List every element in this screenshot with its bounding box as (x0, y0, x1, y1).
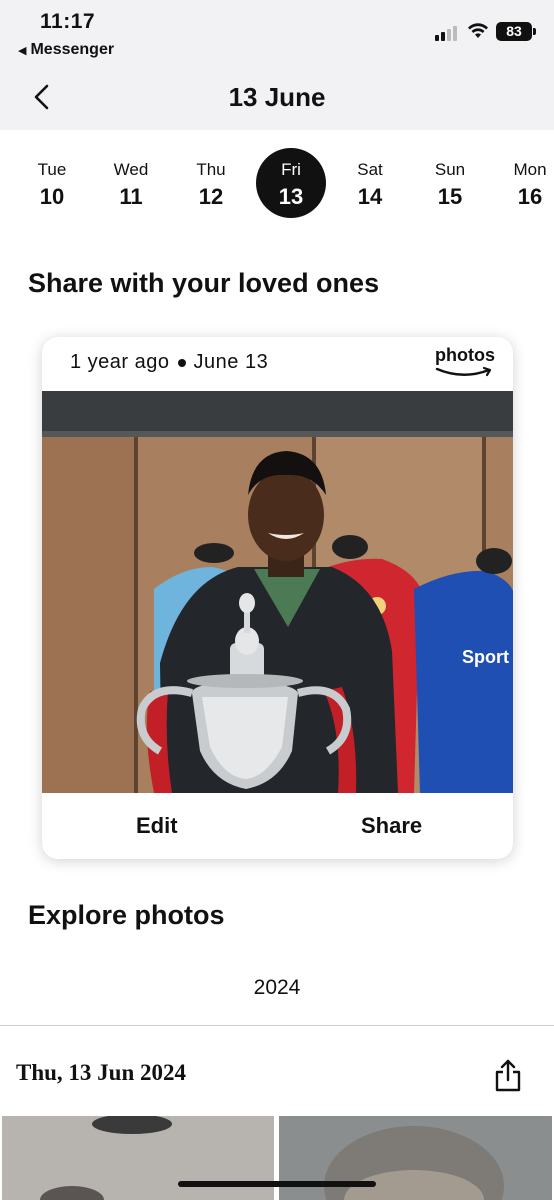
photo-thumbnail[interactable] (2, 1116, 274, 1200)
day-number: 10 (39, 184, 65, 209)
nav-header: 13 June (0, 70, 554, 130)
day-number: 14 (357, 184, 383, 209)
brand-text: photos (435, 345, 495, 365)
day-thu-12[interactable]: Thu 12 (176, 148, 246, 220)
day-tue-10[interactable]: Tue 10 (17, 148, 87, 220)
amazon-photos-logo: photos (433, 345, 495, 385)
day-name: Wed (113, 160, 149, 179)
day-selector: Tue 10 Wed 11 Thu 12 Fri 13 Sat 14 Sun 1… (0, 148, 554, 220)
year-tab-2024[interactable]: 2024 (0, 976, 554, 1000)
day-number: 13 (278, 184, 304, 209)
svg-text:Sport: Sport (462, 647, 509, 667)
amazon-smile-icon (435, 366, 492, 377)
day-mon-16[interactable]: Mon 16 (495, 148, 554, 220)
main-content: Tue 10 Wed 11 Thu 12 Fri 13 Sat 14 Sun 1… (0, 130, 554, 1200)
status-bar: 11:17 ◀ Messenger 83 (0, 0, 554, 70)
day-name: Tue (37, 160, 67, 179)
separator-dot (177, 358, 186, 367)
explore-section-heading: Explore photos (28, 900, 225, 930)
day-wed-11[interactable]: Wed 11 (96, 148, 166, 220)
status-time: 11:17 (40, 10, 96, 33)
back-triangle-icon: ◀ (18, 44, 27, 57)
back-to-app-link[interactable]: ◀ Messenger (18, 41, 114, 59)
memory-card: 1 year ago June 13 photos Sport Edit Sha… (42, 337, 513, 859)
day-number: 11 (119, 184, 143, 209)
cellular-signal-icon (435, 25, 457, 41)
photo-group-date: Thu, 13 Jun 2024 (16, 1060, 187, 1085)
home-indicator[interactable] (178, 1181, 376, 1187)
memory-date: June 13 (193, 351, 269, 373)
back-app-label: Messenger (30, 41, 115, 58)
share-button[interactable]: Share (361, 813, 422, 839)
day-name: Fri (281, 160, 301, 179)
day-sun-15[interactable]: Sun 15 (415, 148, 485, 220)
day-fri-13-selected[interactable]: Fri 13 (256, 148, 326, 220)
divider (0, 1025, 554, 1026)
day-number: 12 (198, 184, 224, 209)
page-title: 13 June (228, 82, 326, 112)
share-section-heading: Share with your loved ones (28, 268, 380, 298)
day-name: Sun (434, 160, 466, 179)
wifi-icon (468, 23, 488, 38)
memory-card-actions: Edit Share (42, 793, 513, 859)
memory-age: 1 year ago (70, 351, 170, 373)
day-sat-14[interactable]: Sat 14 (335, 148, 405, 220)
share-icon[interactable] (494, 1058, 522, 1092)
day-number: 15 (437, 184, 463, 209)
day-name: Sat (357, 160, 383, 179)
edit-button[interactable]: Edit (136, 813, 178, 839)
battery-icon: 83 (496, 22, 536, 41)
day-name: Mon (513, 160, 547, 179)
photo-thumbnail[interactable] (279, 1116, 552, 1200)
memory-photo[interactable]: Sport (42, 391, 513, 793)
day-name: Thu (196, 160, 226, 179)
day-number: 16 (517, 184, 543, 209)
memory-card-meta: 1 year ago June 13 (70, 351, 268, 374)
